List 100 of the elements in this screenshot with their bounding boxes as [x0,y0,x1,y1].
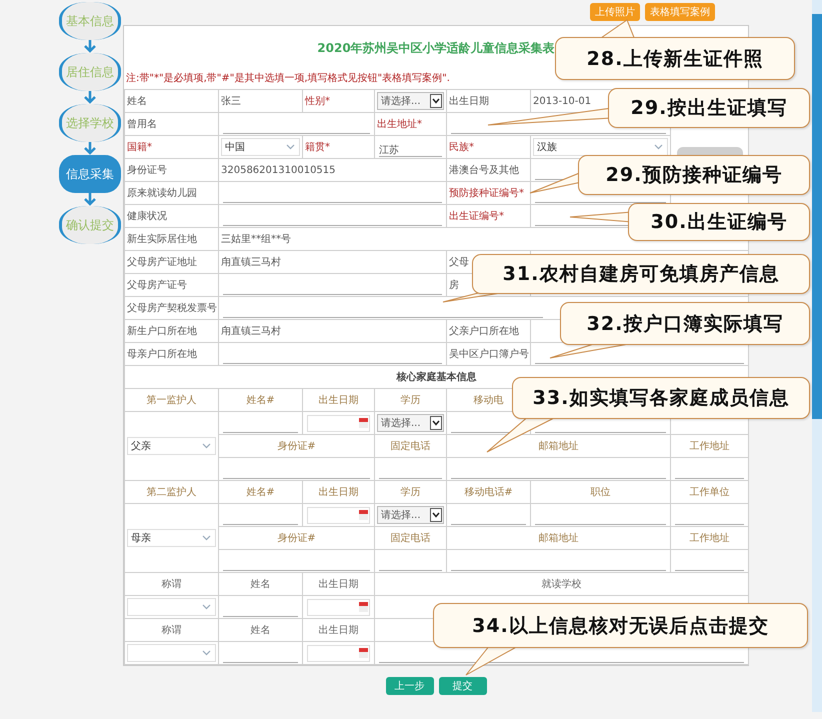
column-header: 出生日期 [318,395,358,406]
column-header: 称谓 [162,625,182,636]
down-arrow-icon [83,40,97,53]
step-item[interactable]: 信息采集 [59,155,121,193]
field-label: 父母房产证地址 [127,257,197,268]
field-label: 父亲户口所在地 [449,326,519,337]
field-label: 出生地址* [377,119,422,130]
down-arrow-icon [83,193,97,206]
field-value: 三姑里**组**号 [221,234,291,245]
field-label: 新生实际居住地 [127,234,197,245]
chevron-down-icon [202,650,211,656]
toolbar-button[interactable]: 表格填写案例 [645,3,715,21]
calendar-icon [359,648,368,658]
chevron-down-icon [286,144,295,150]
field-label: 房 [449,280,459,291]
calendar-icon [359,418,368,428]
date-field[interactable] [307,598,370,616]
field-label: 出生日期 [449,96,489,107]
form-button[interactable]: 上一步 [386,677,434,695]
form-button[interactable]: 提交 [438,677,486,695]
field-value: 张三 [221,96,241,107]
scrollbar[interactable] [812,0,822,712]
field-label: 母亲户口所在地 [127,349,197,360]
column-header: 工作单位 [690,487,730,498]
down-arrow-icon [83,142,97,155]
down-arrow-icon [83,91,97,104]
column-header: 第二监护人 [146,487,196,498]
field-value: 320586201310010515 [221,164,336,176]
column-header: 出生日期 [318,625,358,636]
field-value: 甪直镇三马村 [221,257,281,268]
column-header: 第一监护人 [146,395,196,406]
field-label: 吴中区户口簿户号 [449,349,529,360]
callout: 29.按出生证填写 [608,88,810,128]
step-item[interactable]: 基本信息 [59,2,121,40]
select-field[interactable]: 父亲 [127,437,216,455]
chevron-down-icon [202,443,211,449]
step-item[interactable]: 确认提交 [59,206,121,244]
select-field[interactable]: 请选择... [377,414,444,432]
chevron-down-icon [202,604,211,610]
field-value: 2013-10-01 [533,96,592,106]
select-field[interactable]: 请选择... [377,506,444,524]
column-header: 工作地址 [690,441,730,452]
field-label: 父母房产证号 [127,280,187,291]
column-header: 职位 [590,487,610,498]
form-note: 注:带"*"是必填项,带"#"是其中选填一项,填写格式见按钮"表格填写案例". [126,72,450,85]
select-field[interactable] [127,644,216,662]
toolbar-button[interactable]: 上传照片 [590,3,640,21]
column-header: 工作地址 [690,533,730,544]
column-header: 姓名# [246,487,275,498]
chevron-down-icon [202,535,211,541]
select-field[interactable]: 母亲 [127,529,216,547]
field-label: 性别* [305,96,330,107]
column-header: 学历 [400,395,420,406]
field-label: 民族* [449,142,474,153]
column-header: 邮箱地址 [538,441,578,452]
column-header: 姓名# [246,395,275,406]
field-label: 健康状况 [127,211,167,222]
column-header: 固定电话 [390,441,430,452]
field-label: 曾用名 [127,119,157,130]
chevron-down-icon [430,508,442,522]
form-title: 2020年苏州吴中区小学适龄儿童信息采集表 [317,40,555,57]
field-label: 港澳台号及其他 [449,165,519,176]
field-label: 父母 [449,257,469,268]
column-header: 出生日期 [318,579,358,590]
field-label: 父母房产契税发票号 [127,303,217,314]
select-field[interactable]: 中国 [221,138,300,156]
column-header: 称谓 [162,579,182,590]
column-header: 姓名 [250,579,270,590]
field-label: 国籍* [127,142,152,153]
select-field[interactable]: 请选择... [377,92,444,110]
chevron-down-icon [430,416,442,430]
field-label: 新生户口所在地 [127,326,197,337]
column-header: 移动电话# [464,487,513,498]
column-header: 学历 [400,487,420,498]
field-label: 籍贯* [305,142,330,153]
field-value: 甪直镇三马村 [221,326,281,337]
date-field[interactable] [307,644,370,662]
date-field[interactable] [307,506,370,524]
chevron-down-icon [654,144,663,150]
column-header: 固定电话 [390,533,430,544]
field-label: 预防接种证编号* [449,188,524,199]
column-header: 出生日期 [318,487,358,498]
step-item[interactable]: 选择学校 [59,104,121,142]
field-label: 原来就读幼儿园 [127,188,197,199]
column-header: 移动电 [474,395,504,406]
chevron-down-icon [430,94,442,108]
section-heading: 核心家庭基本信息 [396,370,476,384]
callout: 30.出生证编号 [628,203,810,241]
step-item[interactable]: 居住信息 [59,53,121,91]
column-header: 身份证# [277,533,316,544]
select-field[interactable]: 汉族 [533,138,668,156]
calendar-icon [359,510,368,520]
field-label: 出生证编号* [449,211,504,222]
column-header: 姓名 [250,625,270,636]
select-field[interactable] [127,598,216,616]
date-field[interactable] [307,414,370,432]
column-header: 就读学校 [542,579,582,590]
field-label: 身份证号 [127,165,167,176]
field-label: 姓名 [127,96,147,107]
column-header: 身份证# [277,441,316,452]
